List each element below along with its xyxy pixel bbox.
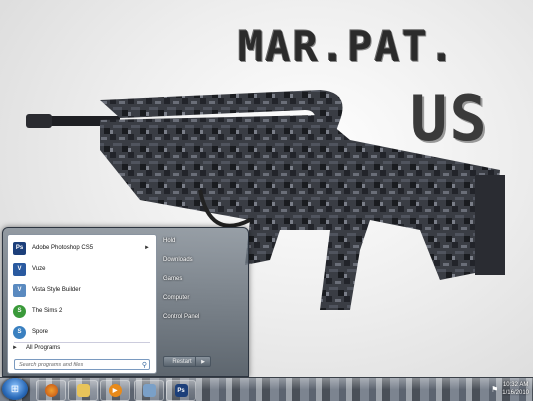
submenu-arrow-icon: ► — [144, 245, 150, 251]
right-link-control-panel[interactable]: Control Panel — [163, 314, 199, 320]
network-icon — [142, 384, 156, 397]
vuze-icon: V — [13, 262, 26, 276]
right-link-games[interactable]: Games — [163, 276, 182, 282]
spore-icon: S — [13, 325, 26, 339]
explorer-folder-icon — [76, 384, 90, 397]
program-label: Vuze — [32, 266, 46, 272]
program-vista-style-builder[interactable]: V Vista Style Builder — [10, 280, 154, 300]
shutdown-options-arrow-icon[interactable]: ▶ — [195, 356, 210, 367]
search-placeholder: Search programs and files — [19, 361, 84, 368]
menu-divider — [14, 342, 150, 343]
photoshop-icon: Ps — [13, 241, 26, 255]
taskbar-photoshop-button[interactable]: Ps — [166, 380, 196, 401]
taskbar-explorer-button[interactable] — [68, 380, 98, 401]
program-vuze[interactable]: V Vuze — [10, 259, 154, 279]
photoshop-taskbar-icon: Ps — [174, 384, 188, 397]
taskbar-clock[interactable]: 10:32 AM 1/16/2010 — [502, 381, 529, 397]
firefox-icon — [44, 384, 58, 397]
search-icon[interactable]: ⚲ — [142, 361, 147, 369]
start-button[interactable]: ⊞ — [2, 378, 28, 400]
all-programs-arrow-icon: ► — [12, 345, 18, 351]
sims-icon: S — [13, 304, 26, 318]
taskbar-network-button[interactable] — [134, 380, 164, 401]
vista-style-builder-icon: V — [13, 283, 26, 297]
right-link-hold[interactable]: Hold — [163, 238, 175, 244]
shutdown-label: Restart — [172, 358, 192, 365]
action-center-flag-icon[interactable]: ⚑ — [491, 385, 498, 394]
all-programs-label: All Programs — [25, 345, 61, 351]
right-link-downloads[interactable]: Downloads — [163, 257, 193, 263]
clock-date: 1/16/2010 — [502, 390, 529, 396]
right-link-computer[interactable]: Computer — [163, 295, 189, 301]
start-menu-programs-pane: Ps Adobe Photoshop CS5 ► V Vuze V Vista … — [7, 234, 157, 374]
program-label: Vista Style Builder — [32, 287, 81, 293]
search-input[interactable]: Search programs and files ⚲ — [14, 359, 150, 370]
media-player-icon: ▶ — [108, 384, 122, 397]
all-programs-button[interactable]: ► All Programs — [12, 345, 60, 351]
taskbar-firefox-button[interactable] — [36, 380, 66, 401]
program-sims-2[interactable]: S The Sims 2 — [10, 301, 154, 321]
taskbar-media-player-button[interactable]: ▶ — [100, 380, 130, 401]
wallpaper-title: MAR.PAT. — [238, 22, 457, 71]
clock-time: 10:32 AM — [502, 382, 529, 388]
system-tray: ⚑ 10:32 AM 1/16/2010 — [491, 378, 529, 400]
start-menu: Ps Adobe Photoshop CS5 ► V Vuze V Vista … — [2, 227, 249, 377]
program-label: The Sims 2 — [32, 308, 63, 314]
program-label: Adobe Photoshop CS5 — [32, 245, 94, 251]
program-spore[interactable]: S Spore — [10, 322, 154, 342]
program-label: Spore — [32, 329, 49, 335]
program-photoshop[interactable]: Ps Adobe Photoshop CS5 ► — [10, 238, 154, 258]
